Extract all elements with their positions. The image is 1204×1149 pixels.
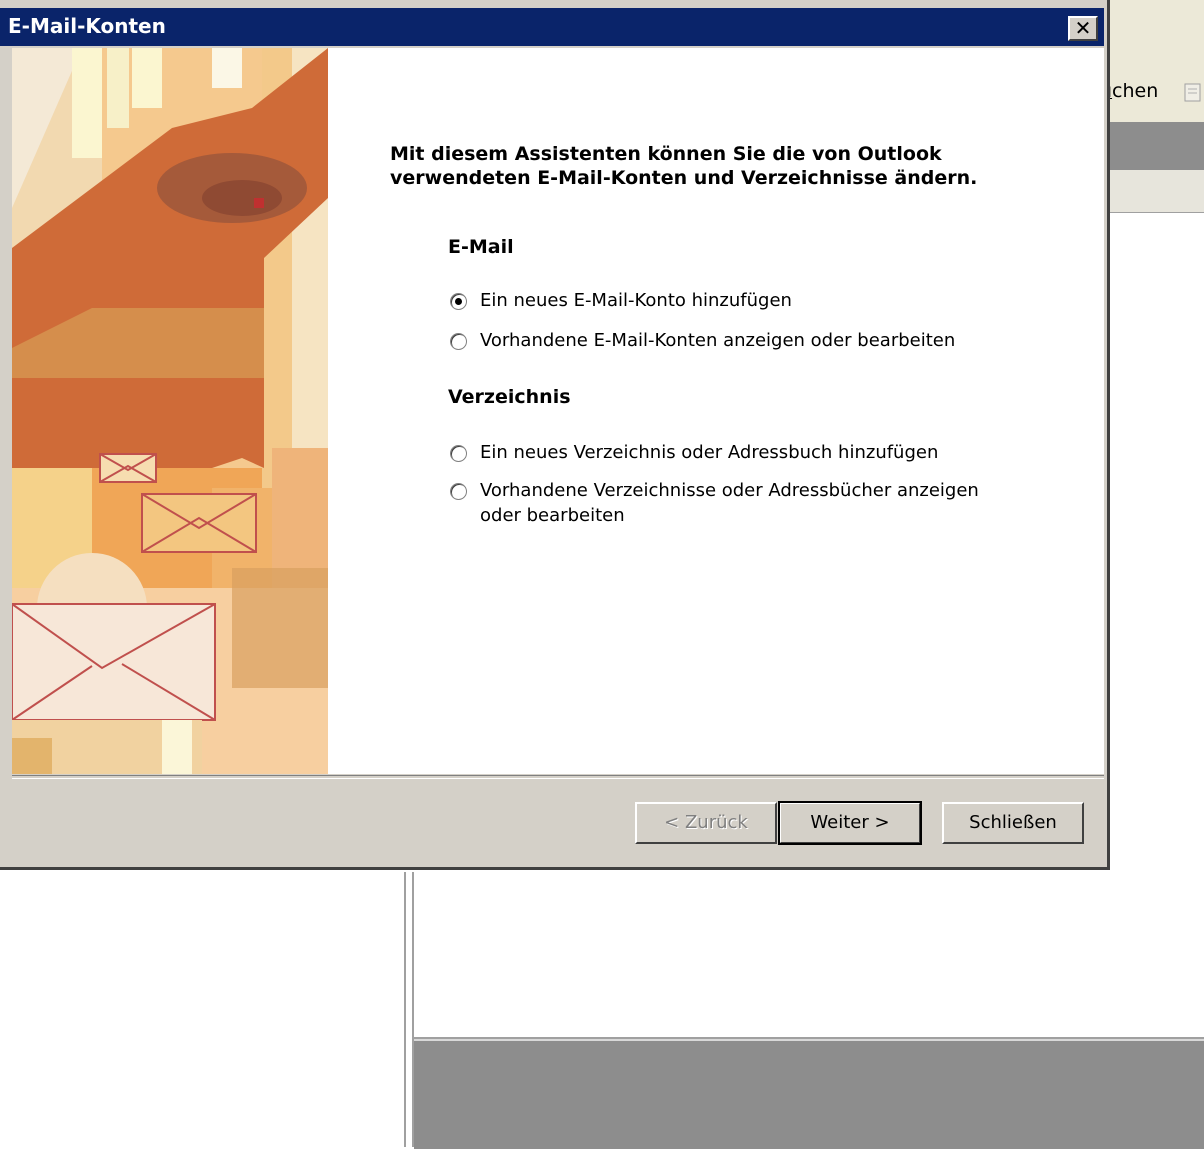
dialog-separator [12,775,1104,779]
column-header-bar [1110,170,1204,213]
radio-unchecked-icon[interactable] [450,483,467,500]
radio-label: Ein neues Verzeichnis oder Adressbuch hi… [480,442,939,463]
search-options-icon[interactable] [1182,80,1204,104]
wizard-intro-text: Mit diesem Assistenten können Sie die vo… [390,143,978,189]
radio-label: Vorhandene E-Mail-Konten anzeigen oder b… [480,330,956,351]
outlook-toolbar [1110,0,1204,123]
back-button[interactable]: < Zurück [635,802,777,844]
next-button[interactable]: Weiter > [778,801,922,845]
email-accounts-dialog: E-Mail-Konten ✕ Mit diesem Assistenten k… [0,0,1110,870]
radio-label: Vorhandene Verzeichnisse oder Adressbüch… [480,480,979,526]
close-window-button[interactable]: ✕ [1068,16,1098,41]
radio-view-email-accounts[interactable]: Vorhandene E-Mail-Konten anzeigen oder b… [450,328,955,353]
dialog-title: E-Mail-Konten [8,14,166,38]
radio-add-directory[interactable]: Ein neues Verzeichnis oder Adressbuch hi… [450,440,938,465]
pane-splitter[interactable] [404,872,414,1147]
radio-checked-icon[interactable] [450,293,467,310]
dialog-titlebar[interactable]: E-Mail-Konten ✕ [0,8,1104,46]
radio-label: Ein neues E-Mail-Konto hinzufügen [480,290,792,311]
folder-header-bar [1110,122,1204,170]
close-button[interactable]: Schließen [942,802,1084,844]
wizard-side-image [12,48,328,774]
email-section-title: E-Mail [448,236,514,258]
radio-add-email-account[interactable]: Ein neues E-Mail-Konto hinzufügen [450,288,792,313]
reading-pane [414,872,1204,1039]
radio-unchecked-icon[interactable] [450,333,467,350]
radio-view-directories[interactable]: Vorhandene Verzeichnisse oder Adressbüch… [450,478,1010,528]
empty-pane-area [414,1039,1204,1149]
search-label-rest: chen [1112,80,1159,102]
close-icon: ✕ [1074,16,1092,40]
directory-section-title: Verzeichnis [448,386,571,408]
radio-unchecked-icon[interactable] [450,445,467,462]
